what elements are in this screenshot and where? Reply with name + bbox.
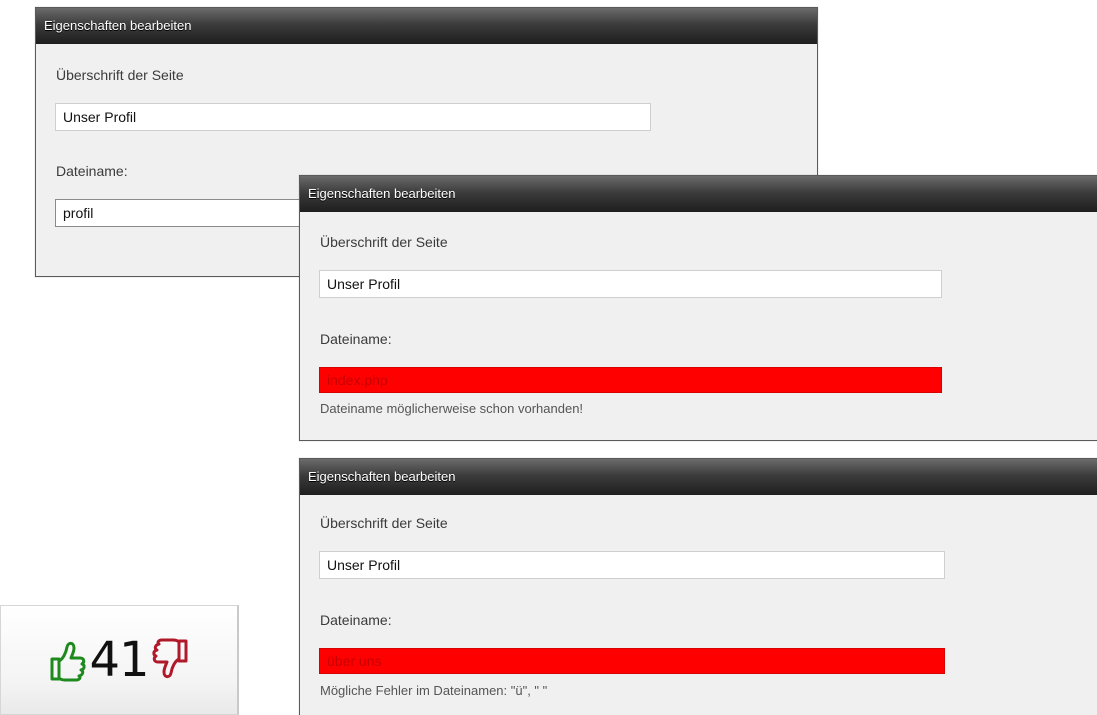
- properties-dialog-3: Eigenschaften bearbeiten Überschrift der…: [299, 458, 1097, 715]
- page-heading-label: Überschrift der Seite: [320, 234, 448, 250]
- filename-label: Dateiname:: [320, 612, 392, 628]
- page-heading-label: Überschrift der Seite: [56, 67, 184, 83]
- filename-input-error[interactable]: [319, 367, 942, 393]
- page-heading-input[interactable]: [319, 551, 945, 579]
- thumbs-down-icon[interactable]: [151, 637, 191, 683]
- filename-error-hint: Mögliche Fehler im Dateinamen: "ü", " ": [320, 683, 548, 698]
- properties-dialog-2: Eigenschaften bearbeiten Überschrift der…: [299, 175, 1097, 441]
- page-heading-input[interactable]: [55, 103, 651, 131]
- rating-count: 41: [89, 632, 149, 688]
- rating-badge: 41: [0, 605, 239, 715]
- page-heading-label: Überschrift der Seite: [320, 515, 448, 531]
- dialog-title: Eigenschaften bearbeiten: [36, 8, 817, 44]
- dialog-title: Eigenschaften bearbeiten: [300, 176, 1097, 212]
- thumbs-up-icon[interactable]: [47, 637, 87, 683]
- filename-label: Dateiname:: [320, 331, 392, 347]
- filename-input-error[interactable]: [319, 648, 945, 674]
- filename-label: Dateiname:: [56, 163, 128, 179]
- page-heading-input[interactable]: [319, 270, 942, 298]
- filename-error-hint: Dateiname möglicherweise schon vorhanden…: [320, 401, 584, 416]
- dialog-title: Eigenschaften bearbeiten: [300, 459, 1097, 495]
